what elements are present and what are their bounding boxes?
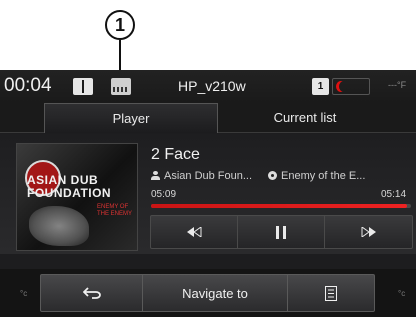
album-info: Enemy of the E... <box>268 170 365 182</box>
previous-button[interactable] <box>151 216 238 248</box>
bottom-bar: °c Navigate to °c <box>0 269 416 317</box>
status-bar: 00:04 HP_v210w 1 ---°F <box>0 70 416 103</box>
album-name: Enemy of the E... <box>281 170 366 182</box>
menu-button[interactable] <box>288 275 374 311</box>
callout-number: 1 <box>114 14 125 35</box>
bottom-button-row: Navigate to <box>40 274 375 312</box>
back-arrow-icon <box>82 287 101 299</box>
tab-player[interactable]: Player <box>44 103 218 133</box>
total-time: 05:14 <box>381 189 407 200</box>
clock: 00:04 <box>4 75 52 96</box>
back-button[interactable] <box>41 275 143 311</box>
device-name: HP_v210w <box>178 78 246 94</box>
artist-icon <box>151 171 160 180</box>
album-art: ASIAN DUB FOUNDATION ENEMY OF THE ENEMY <box>16 143 138 251</box>
player-panel: ASIAN DUB FOUNDATION ENEMY OF THE ENEMY … <box>0 134 416 254</box>
progress-fill <box>151 204 407 208</box>
progress-bar[interactable] <box>151 204 411 208</box>
next-icon <box>361 227 376 237</box>
callout-marker: 1 <box>105 10 135 40</box>
elapsed-time: 05:09 <box>151 189 177 200</box>
track-title: 2 Face <box>151 146 200 163</box>
phonebook-icon[interactable] <box>73 78 93 95</box>
outside-temperature: ---°F <box>388 80 407 90</box>
list-menu-icon <box>325 285 337 301</box>
album-art-photo <box>29 206 89 246</box>
previous-icon <box>187 227 202 237</box>
album-art-title: ASIAN DUB FOUNDATION <box>27 173 112 200</box>
infotainment-screen: 00:04 HP_v210w 1 ---°F Player Current li… <box>0 70 416 317</box>
playback-controls <box>150 215 413 249</box>
next-button[interactable] <box>325 216 412 248</box>
pause-icon <box>276 225 286 239</box>
navigate-to-button[interactable]: Navigate to <box>143 275 288 311</box>
album-art-subtitle: ENEMY OF THE ENEMY <box>97 204 133 217</box>
tab-current-list[interactable]: Current list <box>218 103 392 133</box>
album-icon <box>268 171 277 180</box>
notification-badge[interactable]: 1 <box>312 78 329 95</box>
artist-info: Asian Dub Foun... <box>151 170 252 182</box>
left-temperature: °c <box>20 289 28 298</box>
artist-name: Asian Dub Foun... <box>164 170 253 182</box>
night-mode-icon[interactable] <box>332 78 370 95</box>
pause-button[interactable] <box>238 216 325 248</box>
page: 1 00:04 HP_v210w 1 ---°F Player Current … <box>0 0 416 317</box>
tab-bar: Player Current list <box>0 103 416 133</box>
right-temperature: °c <box>398 289 406 298</box>
media-source-icon[interactable] <box>111 78 131 95</box>
